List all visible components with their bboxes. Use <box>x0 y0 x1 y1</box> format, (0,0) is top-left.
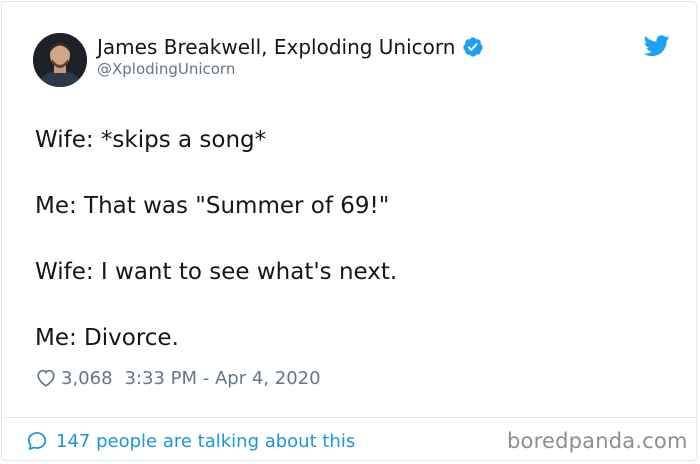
tweet-line: Wife: *skips a song* <box>35 127 267 153</box>
heart-icon[interactable] <box>35 367 57 389</box>
author-name-row[interactable]: James Breakwell, Exploding Unicorn <box>97 33 484 61</box>
tweet-line: Me: Divorce. <box>35 325 179 351</box>
tweet-timestamp[interactable]: 3:33 PM - Apr 4, 2020 <box>125 368 321 389</box>
tweet-meta: 3,068 3:33 PM - Apr 4, 2020 <box>35 365 321 391</box>
verified-badge-icon <box>462 36 484 58</box>
comment-icon <box>26 430 48 452</box>
author-handle[interactable]: @XplodingUnicorn <box>97 60 235 78</box>
tweet-card: James Breakwell, Exploding Unicorn @Xplo… <box>1 1 697 461</box>
watermark: boredpanda.com <box>507 429 688 453</box>
tweet-text: Wife: *skips a song* Me: That was "Summe… <box>35 124 665 388</box>
tweet-line: Wife: I want to see what's next. <box>35 259 398 285</box>
conversation-link-label[interactable]: 147 people are talking about this <box>56 431 355 452</box>
twitter-bird-icon[interactable] <box>643 35 670 57</box>
avatar-image <box>33 33 87 87</box>
author-display-name[interactable]: James Breakwell, Exploding Unicorn <box>97 35 455 59</box>
footer-divider <box>3 417 697 418</box>
like-count[interactable]: 3,068 <box>61 368 113 389</box>
avatar[interactable] <box>33 33 87 87</box>
tweet-line: Me: That was "Summer of 69!" <box>35 193 390 219</box>
conversation-link[interactable]: 147 people are talking about this <box>26 428 355 454</box>
